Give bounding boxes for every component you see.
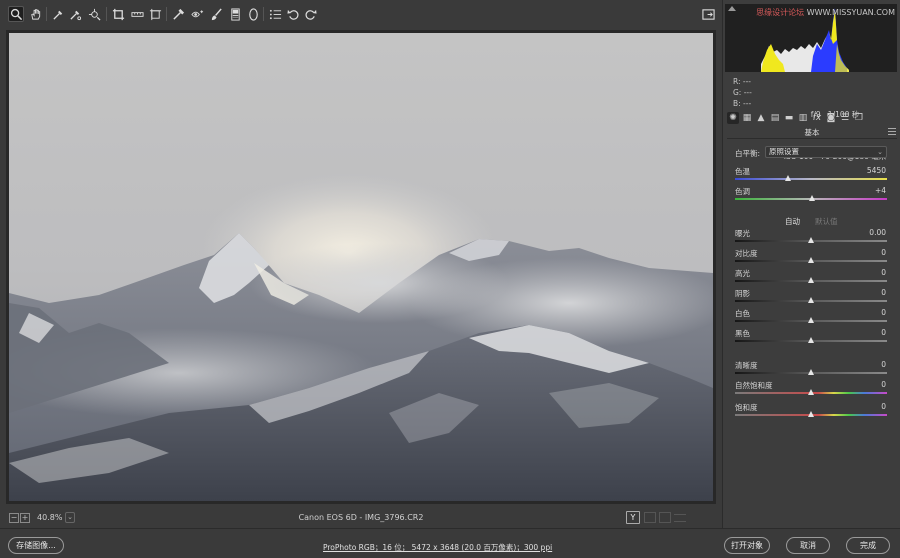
zoom-tool-icon[interactable] bbox=[8, 6, 24, 22]
presets-tab-icon[interactable]: ☰ bbox=[839, 112, 851, 124]
shadow-clipping-icon[interactable] bbox=[728, 6, 736, 11]
slider-value-field[interactable]: 0 bbox=[881, 380, 886, 389]
slider-thumb[interactable] bbox=[784, 175, 791, 181]
workflow-options-link[interactable]: ProPhoto RGB；16 位； 5472 x 3648 (20.0 百万像… bbox=[323, 542, 552, 553]
slider-label: 自然饱和度 bbox=[735, 381, 773, 390]
slider-value-field[interactable]: 0 bbox=[881, 402, 886, 411]
graduated-filter-icon[interactable] bbox=[227, 6, 243, 22]
slider-value-field[interactable]: 0 bbox=[881, 248, 886, 257]
slider-label: 饱和度 bbox=[735, 403, 758, 412]
before-after-toggle[interactable]: Y bbox=[626, 511, 640, 524]
transform-icon[interactable] bbox=[147, 6, 163, 22]
slider-value-field[interactable]: +4 bbox=[875, 186, 886, 195]
swap-settings-icon[interactable] bbox=[644, 512, 656, 523]
toolbar-separator bbox=[106, 7, 107, 21]
open-object-button[interactable]: 打开对象 bbox=[724, 537, 770, 554]
slider-thumb[interactable] bbox=[807, 317, 814, 323]
slider-thumb[interactable] bbox=[807, 297, 814, 303]
cancel-button[interactable]: 取消 bbox=[786, 537, 830, 554]
slider-value-field[interactable]: 0 bbox=[881, 268, 886, 277]
white-balance-icon[interactable] bbox=[50, 6, 66, 22]
slider-thumb[interactable] bbox=[807, 337, 814, 343]
slider-label: 色调 bbox=[735, 187, 750, 196]
file-name: Canon EOS 6D - IMG_3796.CR2 bbox=[298, 513, 424, 522]
slider-track[interactable] bbox=[735, 178, 887, 180]
image-canvas[interactable] bbox=[6, 30, 716, 504]
slider-value-field[interactable]: 0 bbox=[881, 328, 886, 337]
fullscreen-toggle-icon[interactable] bbox=[700, 6, 716, 22]
camera-calibration-tab-icon[interactable]: ◙ bbox=[825, 112, 837, 124]
tone-curve-tab-icon[interactable]: ▦ bbox=[741, 112, 753, 124]
auto-button[interactable]: 自动 bbox=[785, 216, 800, 227]
preferences-list-icon[interactable] bbox=[267, 6, 283, 22]
adjustment-panel: 思缘设计论坛 WWW.MISSYUAN.COM R: --- G: --- B:… bbox=[722, 0, 900, 528]
spot-removal-icon[interactable] bbox=[170, 6, 186, 22]
slider-label: 色温 bbox=[735, 167, 750, 176]
slider-label: 清晰度 bbox=[735, 361, 758, 370]
detail-tab-icon[interactable]: ▲ bbox=[755, 112, 767, 124]
slider-thumb[interactable] bbox=[807, 277, 814, 283]
slider-value-field[interactable]: 0.00 bbox=[869, 228, 886, 237]
slider-value-field[interactable]: 0 bbox=[881, 288, 886, 297]
snapshots-tab-icon[interactable]: ❐ bbox=[853, 112, 865, 124]
toolbar bbox=[0, 0, 722, 28]
hsl-tab-icon[interactable]: ▤ bbox=[769, 112, 781, 124]
effects-tab-icon[interactable]: fx bbox=[811, 112, 823, 124]
panel-tabs: ✺ ▦ ▲ ▤ ▬ ▥ fx ◙ ☰ ❐ bbox=[723, 110, 900, 126]
slider-value-field[interactable]: 0 bbox=[881, 360, 886, 369]
slider-thumb[interactable] bbox=[807, 389, 814, 395]
rgb-readout: R: --- G: --- B: --- bbox=[733, 76, 752, 109]
slider-label: 对比度 bbox=[735, 249, 758, 258]
slider-label: 高光 bbox=[735, 269, 750, 278]
color-sampler-icon[interactable] bbox=[67, 6, 83, 22]
done-button[interactable]: 完成 bbox=[846, 537, 890, 554]
slider-value-field[interactable]: 0 bbox=[881, 308, 886, 317]
slider-thumb[interactable] bbox=[807, 411, 814, 417]
straighten-icon[interactable] bbox=[129, 6, 145, 22]
slider-thumb[interactable] bbox=[807, 257, 814, 263]
toolbar-separator bbox=[263, 7, 264, 21]
save-image-button[interactable]: 存储图像... bbox=[8, 537, 64, 554]
copy-settings-icon[interactable] bbox=[659, 512, 671, 523]
rotate-ccw-icon[interactable] bbox=[285, 6, 301, 22]
b-readout: B: --- bbox=[733, 99, 752, 108]
lens-tab-icon[interactable]: ▥ bbox=[797, 112, 809, 124]
g-readout: G: --- bbox=[733, 88, 752, 97]
radial-filter-icon[interactable] bbox=[245, 6, 261, 22]
hand-tool-icon[interactable] bbox=[27, 6, 43, 22]
red-eye-icon[interactable] bbox=[189, 6, 205, 22]
toolbar-separator bbox=[46, 7, 47, 21]
canvas-status-bar: − + 40.8% ⌄ Canon EOS 6D - IMG_3796.CR2 … bbox=[0, 508, 722, 528]
toolbar-separator bbox=[166, 7, 167, 21]
chevron-down-icon: ⌄ bbox=[877, 148, 883, 156]
adjustment-brush-icon[interactable] bbox=[208, 6, 224, 22]
slider-thumb[interactable] bbox=[807, 237, 814, 243]
slider-label: 曝光 bbox=[735, 229, 750, 238]
white-balance-select[interactable]: 原照设置 ⌄ bbox=[765, 146, 887, 158]
divider bbox=[727, 138, 897, 139]
r-readout: R: --- bbox=[733, 77, 752, 86]
targeted-adjustment-icon[interactable] bbox=[86, 6, 102, 22]
slider-thumb[interactable] bbox=[809, 195, 816, 201]
slider-label: 白色 bbox=[735, 309, 750, 318]
split-toning-tab-icon[interactable]: ▬ bbox=[783, 112, 795, 124]
white-balance-value: 原照设置 bbox=[769, 147, 799, 156]
basic-tab-icon[interactable]: ✺ bbox=[727, 112, 739, 124]
panel-title: 基本 bbox=[804, 128, 820, 137]
slider-label: 黑色 bbox=[735, 329, 750, 338]
bottom-bar: 存储图像... ProPhoto RGB；16 位； 5472 x 3648 (… bbox=[0, 528, 900, 558]
panel-menu-icon[interactable] bbox=[888, 128, 896, 135]
rotate-cw-icon[interactable] bbox=[302, 6, 318, 22]
white-balance-label: 白平衡: bbox=[735, 149, 761, 158]
slider-value-field[interactable]: 5450 bbox=[867, 166, 886, 175]
histogram: 思缘设计论坛 WWW.MISSYUAN.COM bbox=[725, 4, 897, 72]
watermark: 思缘设计论坛 WWW.MISSYUAN.COM bbox=[756, 8, 895, 17]
toggle-settings-icon[interactable] bbox=[674, 514, 686, 522]
crop-icon[interactable] bbox=[110, 6, 126, 22]
photo-preview[interactable] bbox=[9, 33, 713, 501]
slider-thumb[interactable] bbox=[807, 369, 814, 375]
slider-label: 阴影 bbox=[735, 289, 750, 298]
default-button[interactable]: 默认值 bbox=[815, 216, 838, 227]
